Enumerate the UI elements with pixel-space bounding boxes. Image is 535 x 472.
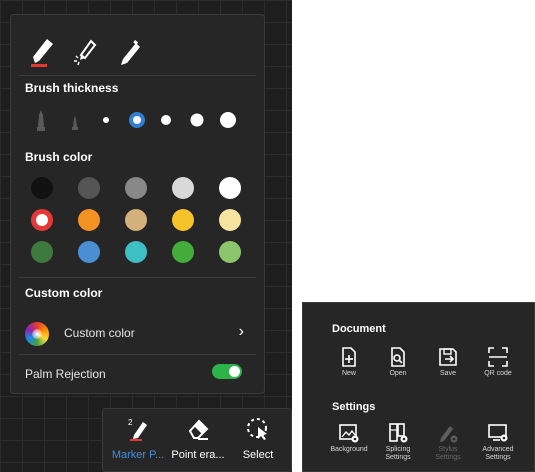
divider [19,354,256,355]
color-swatch[interactable] [219,177,241,199]
thickness-dot [190,113,204,127]
save-document-button[interactable]: Save [423,346,473,386]
color-swatch[interactable] [172,241,194,263]
custom-color-title: Custom color [25,286,103,300]
color-swatch[interactable] [78,241,100,263]
select-tool[interactable]: Select [229,409,287,471]
point-eraser-label: Point era... [171,449,225,461]
splicing-settings-label: Splicing Settings [385,446,411,461]
thickness-option-3[interactable] [154,107,178,133]
brush-thickness-options [25,107,261,133]
toggle-knob [229,366,240,377]
point-eraser-tool[interactable]: Point era... [169,409,227,471]
highlighter-pen-icon [74,39,97,66]
color-swatch[interactable] [78,177,100,199]
thickness-option-1[interactable] [94,107,118,133]
new-document-button[interactable]: New [324,346,374,386]
qr-scan-icon [488,347,508,367]
thickness-option-5[interactable] [216,107,240,133]
new-file-icon [342,347,356,367]
thickness-option-2[interactable] [125,107,149,133]
open-document-button[interactable]: Open [373,346,423,386]
advanced-settings-label: Advanced Settings [482,446,514,461]
thickness-dot-selected [129,112,145,128]
brush-tip-icon [72,116,78,130]
marker-pen-icon: 2 [128,418,147,441]
document-settings-panel: Document New Open Save QR code Settings [302,302,535,472]
color-swatch[interactable] [125,177,147,199]
color-swatch[interactable] [31,241,53,263]
color-swatch[interactable] [172,209,194,231]
custom-color-row[interactable]: Custom color › [11,317,264,351]
color-wheel-icon [25,322,49,346]
marker-pen-icon [31,39,53,67]
color-swatch[interactable] [125,241,147,263]
lasso-select-icon [247,418,267,440]
qr-code-label: QR code [484,370,512,377]
document-title: Document [332,323,386,335]
color-swatch[interactable] [78,209,100,231]
pen-type-tabs [27,35,257,71]
divider [19,277,256,278]
brush-settings-panel: Brush thickness Brush color Custom color… [10,14,265,394]
divider [19,75,256,76]
brush-color-grid [31,177,255,277]
pen-tab-highlighter[interactable] [69,35,101,69]
marker-pen-label: Marker P... [111,449,165,461]
color-swatch[interactable] [125,209,147,231]
splicing-settings-button[interactable]: Splicing Settings [373,422,423,462]
brush-color-title: Brush color [25,150,93,164]
new-label: New [341,370,356,377]
svg-text:2: 2 [128,418,133,427]
thickness-option-tip-large[interactable] [29,107,53,133]
save-label: Save [440,370,456,377]
marker-pen-tool[interactable]: 2 Marker P... [109,409,167,471]
thickness-dot [220,112,236,128]
open-file-icon [391,347,405,367]
stylus-settings-label: Stylus Settings [435,446,461,461]
thickness-option-tip-small[interactable] [63,107,87,133]
chevron-right-icon: › [238,323,244,340]
color-swatch[interactable] [219,241,241,263]
custom-color-label: Custom color [64,326,135,340]
select-label: Select [242,449,274,461]
advanced-settings-icon [488,424,508,442]
save-icon [439,348,457,366]
color-swatch[interactable] [219,209,241,231]
thickness-option-4[interactable] [185,107,209,133]
pencil-icon [121,39,140,65]
stylus-settings-button[interactable]: Stylus Settings [423,422,473,462]
open-label: Open [389,370,407,377]
brush-thickness-title: Brush thickness [25,81,119,95]
background-settings-button[interactable]: Background [324,422,374,462]
pen-tab-pencil[interactable] [115,35,147,69]
settings-title: Settings [332,401,376,413]
qr-code-button[interactable]: QR code [473,346,523,386]
splicing-settings-icon [389,423,408,443]
background-label: Background [330,446,368,453]
color-swatch[interactable] [172,177,194,199]
brush-tip-icon [37,110,45,131]
color-swatch[interactable] [31,177,53,199]
eraser-icon [188,419,209,440]
thickness-dot [161,115,171,125]
palm-rejection-label: Palm Rejection [25,367,106,381]
bottom-toolbar: 2 Marker P... Point era... Select [102,408,292,472]
palm-rejection-toggle[interactable] [212,364,242,379]
background-settings-icon [339,424,359,443]
stylus-settings-icon [440,426,458,443]
thickness-dot [103,117,109,123]
color-swatch[interactable] [31,209,53,231]
advanced-settings-button[interactable]: Advanced Settings [473,422,523,462]
pen-tab-marker[interactable] [27,35,59,69]
